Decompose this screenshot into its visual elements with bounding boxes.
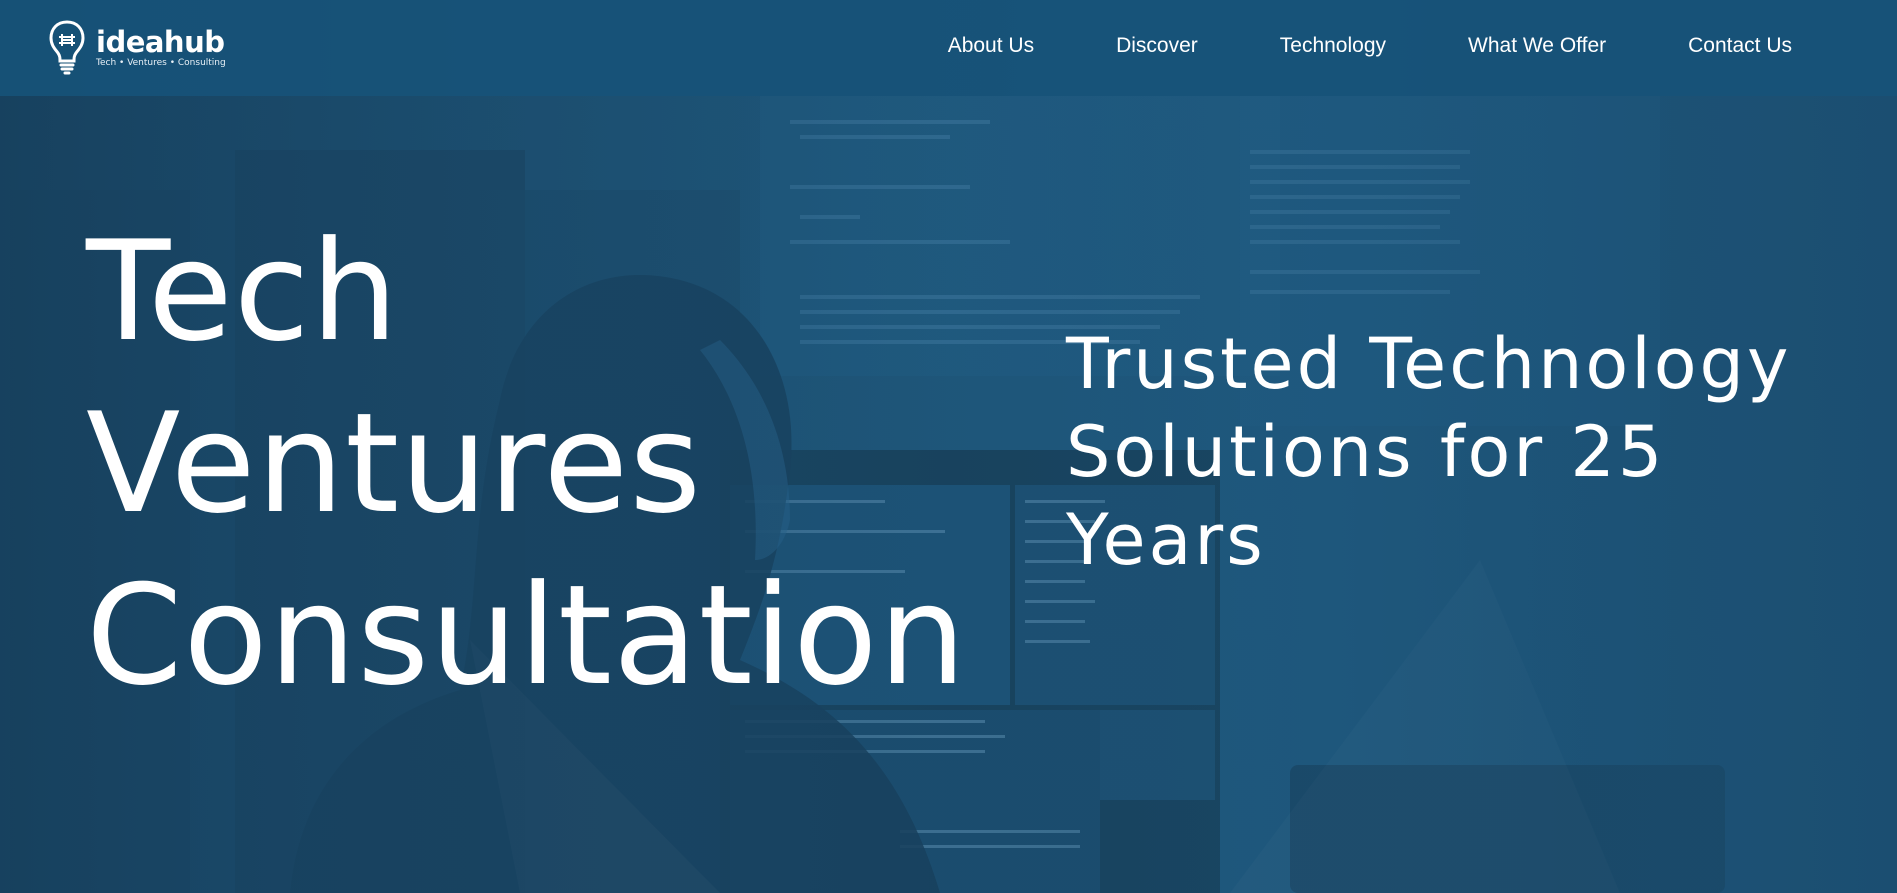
nav-item-what-we-offer[interactable]: What We Offer	[1468, 32, 1606, 60]
logo-text: ideahub Tech • Ventures • Consulting	[96, 27, 226, 68]
nav-item-technology[interactable]: Technology	[1280, 32, 1386, 60]
hero-title-line-tech: Tech	[86, 211, 400, 372]
lightbulb-logo-icon	[49, 20, 85, 75]
hero-subtitle: Trusted Technology Solutions for 25 Year…	[1066, 323, 1792, 581]
brand-logo[interactable]: ideahub Tech • Ventures • Consulting	[48, 18, 228, 76]
site-header: ideahub Tech • Ventures • Consulting Abo…	[0, 0, 1897, 96]
hero-title-line-ventures: Ventures	[86, 383, 703, 544]
nav-item-discover[interactable]: Discover	[1116, 32, 1198, 60]
page: ideahub Tech • Ventures • Consulting Abo…	[0, 0, 1897, 893]
brand-tagline: Tech • Ventures • Consulting	[96, 57, 226, 68]
nav-item-contact-us[interactable]: Contact Us	[1688, 32, 1792, 60]
nav-item-about-us[interactable]: About Us	[948, 32, 1034, 60]
main-nav: About Us Discover Technology What We Off…	[866, 32, 1792, 60]
brand-name: ideahub	[96, 24, 225, 59]
hero-title: Tech Ventures Consultation	[86, 206, 967, 722]
hero-title-line-consultation: Consultation	[86, 555, 967, 716]
